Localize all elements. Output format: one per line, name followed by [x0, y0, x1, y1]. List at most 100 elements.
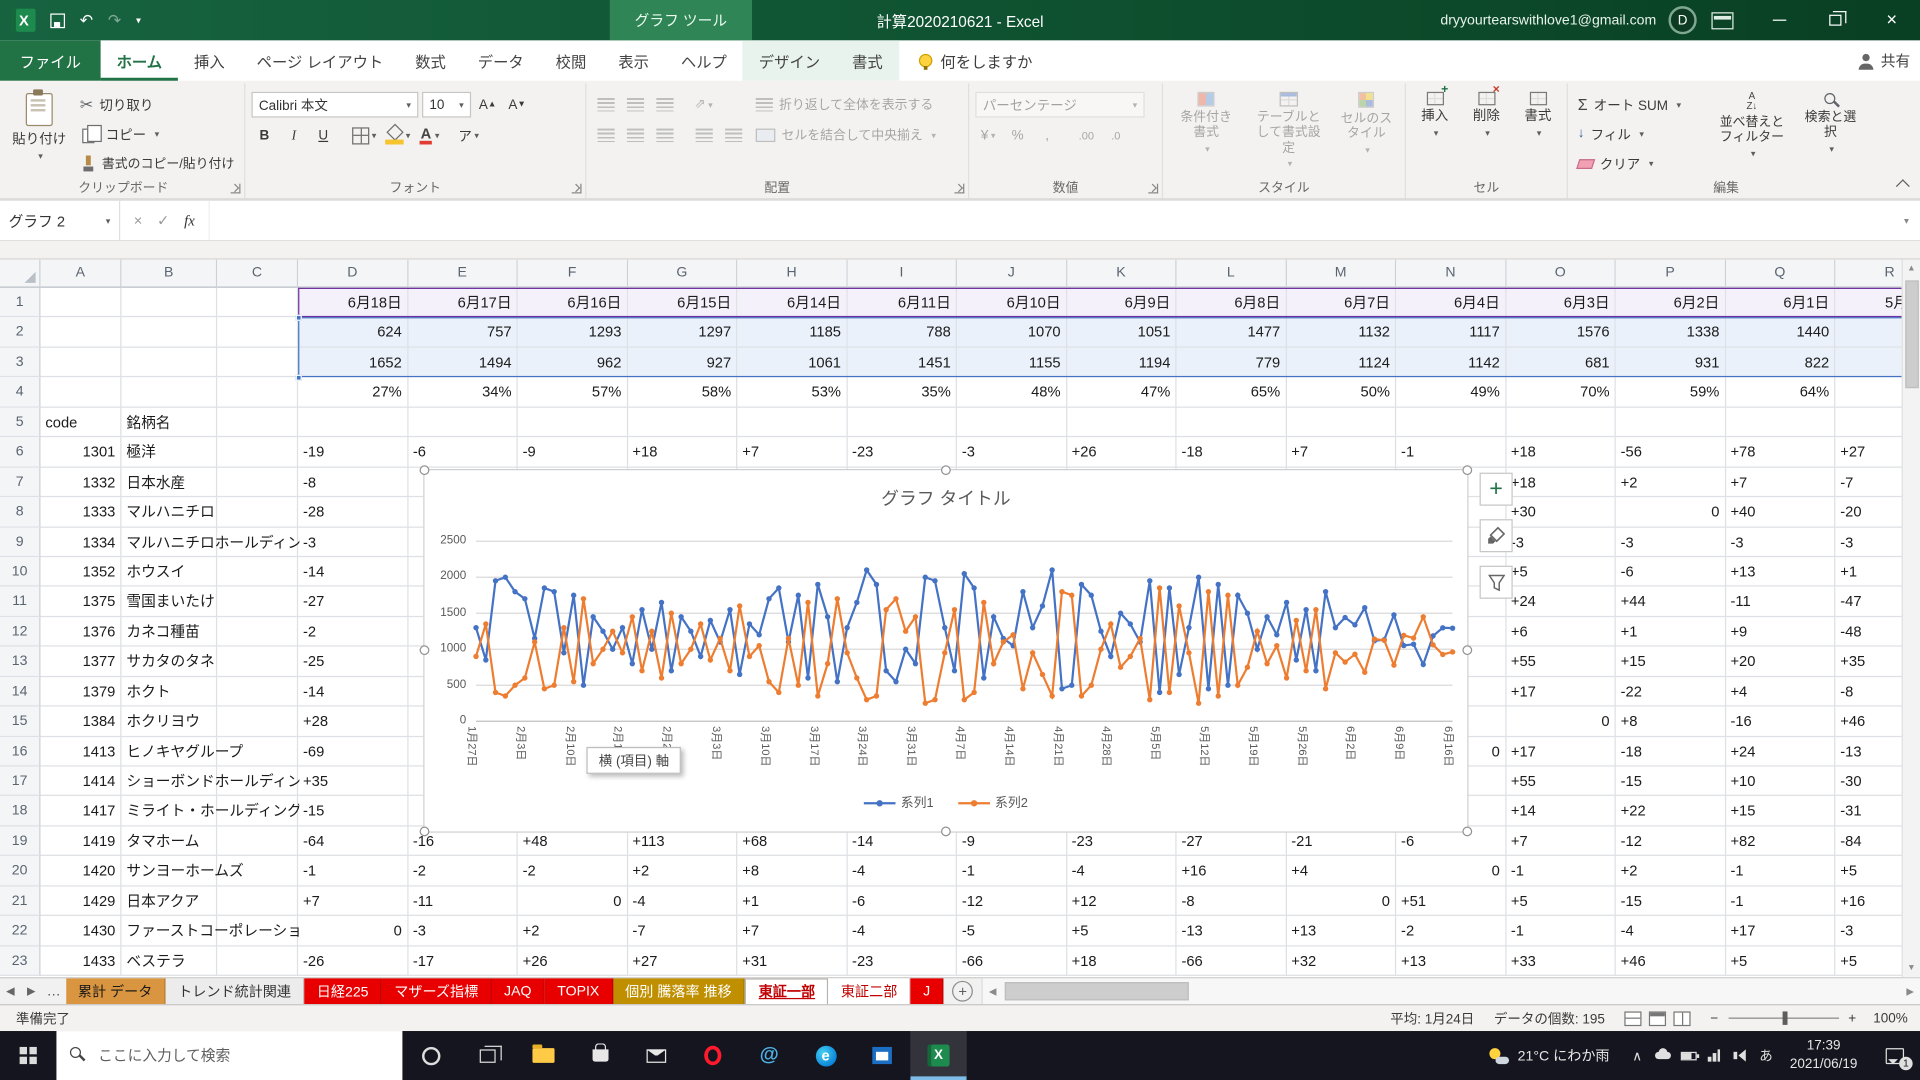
cell[interactable] [217, 677, 298, 707]
cell[interactable]: -20 [1835, 497, 1901, 527]
taskbar-clock[interactable]: 17:39 2021/06/19 [1779, 1037, 1869, 1073]
cell[interactable]: 1117 [1396, 318, 1506, 348]
scrollbar-thumb[interactable] [1905, 280, 1918, 388]
cell[interactable]: +14 [1506, 796, 1616, 826]
cell[interactable]: +1 [1616, 617, 1726, 647]
align-middle-button[interactable] [622, 92, 648, 118]
cell[interactable]: +9 [1726, 617, 1836, 647]
chart-elements-button[interactable]: + [1480, 473, 1513, 506]
cell[interactable]: 788 [847, 318, 957, 348]
cell[interactable]: -3 [957, 437, 1067, 467]
cell[interactable]: +13 [1396, 946, 1506, 976]
cell[interactable]: +18 [628, 437, 738, 467]
font-size-select[interactable]: 10▾ [422, 92, 471, 118]
cell[interactable]: 1334 [40, 527, 121, 557]
cell[interactable]: +4 [1286, 856, 1396, 886]
col-header-I[interactable]: I [847, 260, 957, 288]
cell[interactable] [217, 437, 298, 467]
wrap-text-button[interactable]: 折り返して全体を表示する [752, 92, 940, 118]
col-header-D[interactable]: D [298, 260, 408, 288]
zoom-level[interactable]: 100% [1866, 1011, 1908, 1026]
cell[interactable]: +10 [1726, 767, 1836, 797]
cell[interactable] [217, 617, 298, 647]
col-header-B[interactable]: B [121, 260, 217, 288]
cell[interactable]: 日本水産 [121, 467, 217, 497]
collapse-ribbon-icon[interactable] [1896, 179, 1910, 193]
cell[interactable]: 35% [847, 378, 957, 408]
cell[interactable]: -11 [408, 886, 518, 916]
row-header-14[interactable]: 14 [0, 677, 40, 707]
cell[interactable]: 931 [1616, 348, 1726, 378]
cell[interactable]: 6月1日 [1726, 288, 1836, 318]
row-header-10[interactable]: 10 [0, 557, 40, 587]
battery-icon[interactable] [1676, 1051, 1702, 1060]
sheet-tab-1[interactable]: 累計 データ [66, 978, 166, 1004]
cell[interactable]: -28 [298, 497, 408, 527]
chart-legend[interactable]: 系列1系列2 [424, 793, 1467, 811]
cell[interactable]: +5 [1506, 557, 1616, 587]
col-header-H[interactable]: H [737, 260, 847, 288]
cell[interactable]: +8 [737, 856, 847, 886]
cell[interactable]: 1576 [1506, 318, 1616, 348]
paste-dropdown-icon[interactable]: ▾ [38, 151, 43, 162]
zoom-slider[interactable] [1728, 1017, 1838, 1019]
cell[interactable]: 6月9日 [1067, 288, 1177, 318]
cell[interactable]: 1070 [957, 318, 1067, 348]
orientation-button[interactable]: ⇗▾ [691, 92, 717, 118]
tab-formulas[interactable]: 数式 [399, 40, 462, 80]
number-format-select[interactable]: パーセンテージ▾ [975, 92, 1144, 118]
cell[interactable]: +17 [1506, 677, 1616, 707]
cell[interactable]: 銘柄名 [121, 407, 217, 437]
scrollbar-thumb[interactable] [1005, 982, 1189, 1000]
cell[interactable]: -26 [298, 946, 408, 976]
cell[interactable]: ホウスイ [121, 557, 217, 587]
taskbar-search[interactable] [56, 1031, 402, 1080]
cell[interactable] [1616, 407, 1726, 437]
cell[interactable]: 1429 [40, 886, 121, 916]
cell[interactable] [217, 826, 298, 856]
cell[interactable]: -84 [1835, 826, 1901, 856]
cell[interactable]: +35 [298, 767, 408, 797]
cell[interactable]: -15 [1616, 886, 1726, 916]
cell[interactable]: サンヨーホームズ [121, 856, 217, 886]
cell[interactable]: +17 [1506, 737, 1616, 767]
cell[interactable]: 1440 [1726, 318, 1836, 348]
cell[interactable]: +31 [737, 946, 847, 976]
row-header-9[interactable]: 9 [0, 527, 40, 557]
cell[interactable]: +27 [1835, 437, 1901, 467]
cell[interactable]: カネコ種苗 [121, 617, 217, 647]
cell[interactable]: ミライト・ホールディングス [121, 796, 217, 826]
cell[interactable]: -4 [1616, 916, 1726, 946]
cloud-icon[interactable] [1650, 1052, 1676, 1059]
cell[interactable] [217, 288, 298, 318]
cell[interactable]: +15 [1616, 647, 1726, 677]
paste-button[interactable]: 貼り付け ▾ [9, 87, 70, 178]
cell[interactable]: 1433 [40, 946, 121, 976]
normal-view-icon[interactable] [1624, 1011, 1641, 1026]
cell[interactable]: -12 [957, 886, 1067, 916]
cell[interactable] [957, 407, 1067, 437]
cell[interactable]: 6月14日 [737, 288, 847, 318]
cell[interactable]: -6 [847, 886, 957, 916]
cell[interactable]: 1051 [1067, 318, 1177, 348]
tell-me-box[interactable]: 何をしますか [918, 40, 1032, 80]
cell[interactable]: 59% [1616, 378, 1726, 408]
cell[interactable] [217, 707, 298, 737]
cell[interactable]: +1 [1835, 557, 1901, 587]
phonetic-button[interactable]: ア▾ [456, 122, 482, 148]
cell[interactable]: ホクリヨウ [121, 707, 217, 737]
cell[interactable]: +26 [1067, 437, 1177, 467]
cell[interactable]: タマホーム [121, 826, 217, 856]
percent-format-button[interactable]: % [1005, 122, 1031, 148]
cell[interactable]: 1301 [40, 437, 121, 467]
cell[interactable]: +32 [1286, 946, 1396, 976]
col-header-N[interactable]: N [1396, 260, 1506, 288]
row-header-16[interactable]: 16 [0, 737, 40, 767]
cell[interactable]: 1132 [1286, 318, 1396, 348]
insert-cells-button[interactable]: 挿入▾ [1412, 87, 1457, 178]
col-header-O[interactable]: O [1506, 260, 1616, 288]
merge-center-button[interactable]: セルを結合して中央揃え▾ [752, 122, 940, 148]
row-header-17[interactable]: 17 [0, 767, 40, 797]
cell[interactable]: -69 [298, 737, 408, 767]
cell[interactable]: -14 [298, 557, 408, 587]
